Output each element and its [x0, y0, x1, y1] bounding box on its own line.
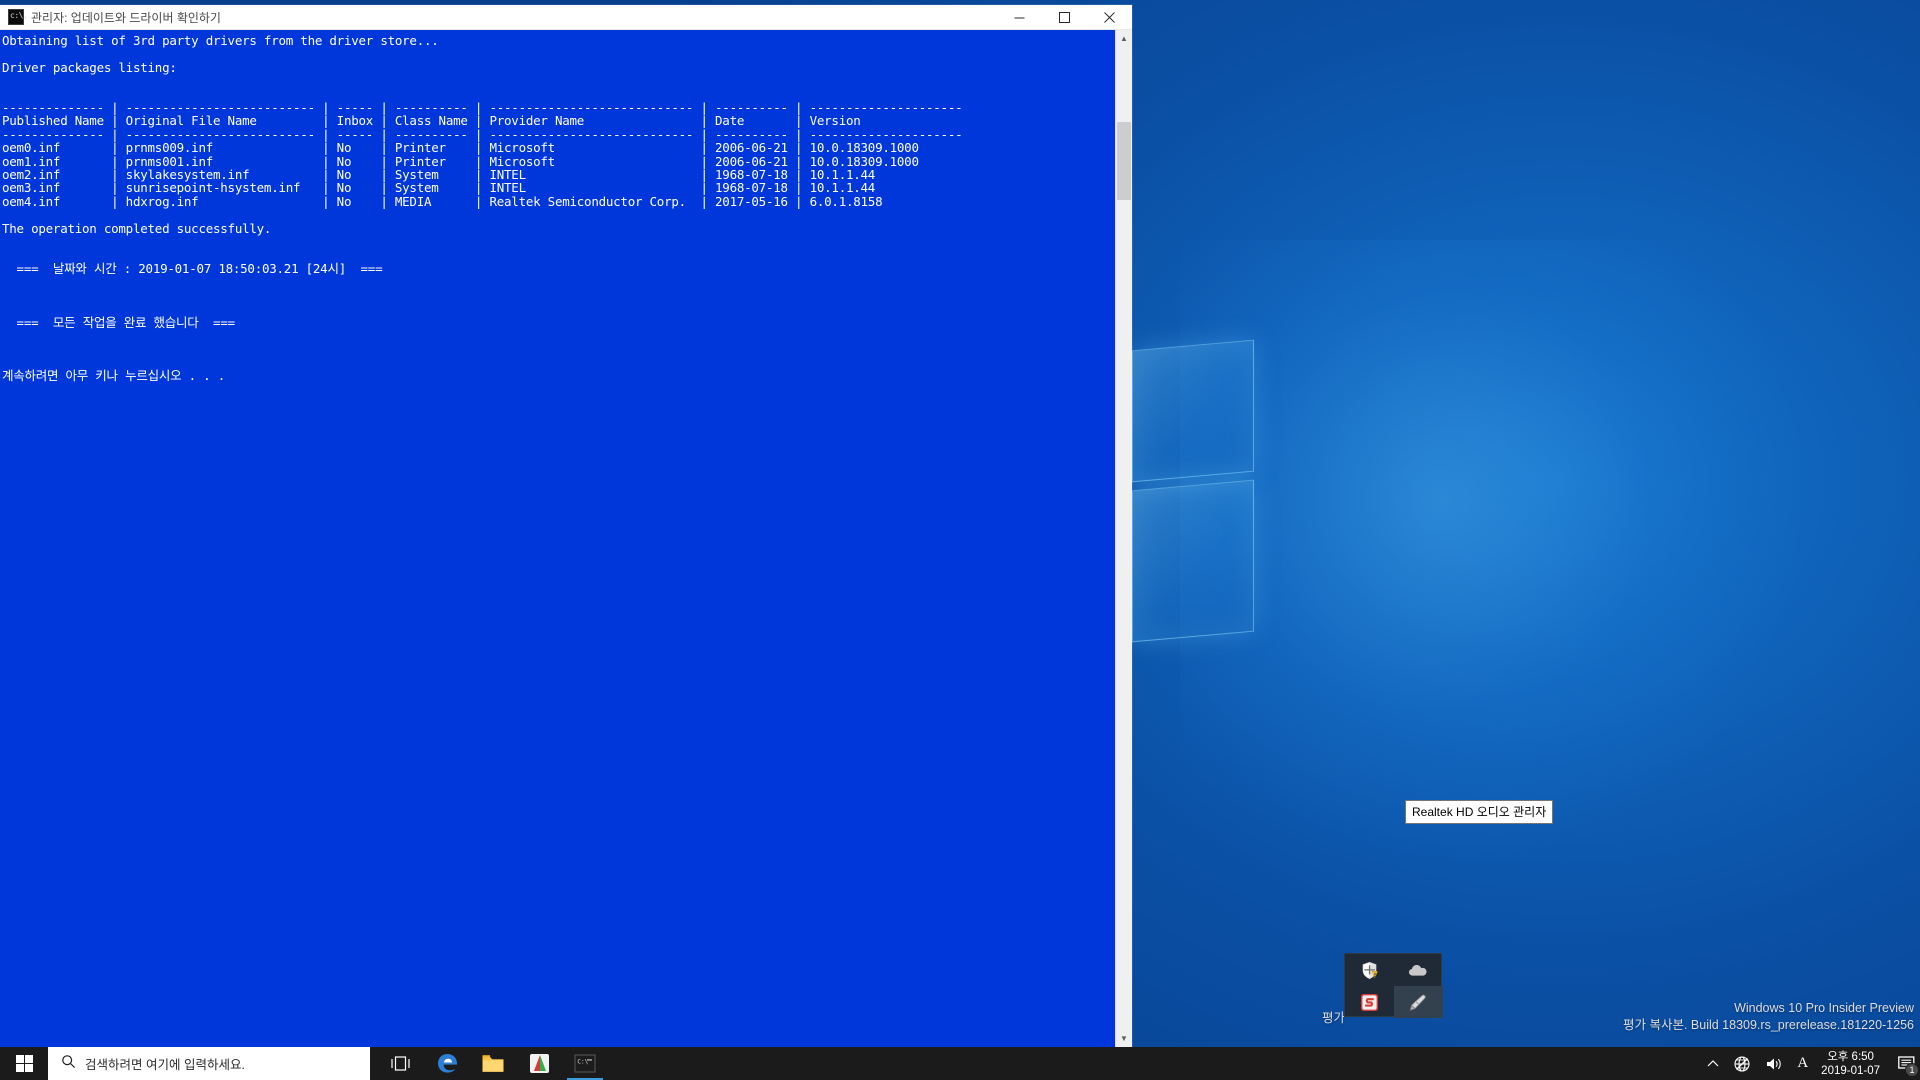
- command-prompt-window[interactable]: 관리자: 업데이트와 드라이버 확인하기 Obtaining list of 3…: [0, 5, 1132, 1047]
- tray-item-sandboxie[interactable]: [1345, 986, 1394, 1018]
- ime-indicator[interactable]: A: [1790, 1047, 1815, 1080]
- console-output[interactable]: Obtaining list of 3rd party drivers from…: [0, 30, 1115, 1047]
- system-tray[interactable]: A 오후 6:50 2019-01-07 1: [1700, 1047, 1920, 1080]
- taskbar-app-edge[interactable]: [424, 1047, 470, 1080]
- start-button[interactable]: [0, 1047, 48, 1080]
- maximize-button[interactable]: [1042, 5, 1087, 30]
- taskbar-app-file-explorer[interactable]: [470, 1047, 516, 1080]
- network-icon[interactable]: [1726, 1047, 1758, 1080]
- window-controls[interactable]: [997, 5, 1132, 30]
- search-icon: [61, 1054, 76, 1074]
- onedrive-cloud-icon: [1409, 964, 1427, 976]
- realtek-audio-icon: [1409, 994, 1426, 1011]
- watermark-eval-label: 평가: [1322, 1011, 1346, 1025]
- clock[interactable]: 오후 6:50 2019-01-07: [1815, 1047, 1892, 1080]
- wallpaper-logo-pane-bottom-left: [1132, 479, 1254, 643]
- close-button[interactable]: [1087, 5, 1132, 30]
- taskbar[interactable]: 검색하려면 여기에 입력하세요. C:\ A 오후 6:50 2019-01-0…: [0, 1047, 1920, 1080]
- task-view-button[interactable]: [376, 1047, 424, 1080]
- scrollbar-track[interactable]: [1116, 47, 1132, 1030]
- tray-item-onedrive[interactable]: [1394, 954, 1443, 986]
- chevron-up-icon: [1707, 1060, 1719, 1067]
- sandboxie-icon: [1361, 993, 1378, 1011]
- console-body[interactable]: Obtaining list of 3rd party drivers from…: [0, 30, 1132, 1047]
- scroll-down-arrow[interactable]: ▼: [1116, 1030, 1132, 1047]
- cmd-icon: [8, 9, 27, 25]
- minimize-button[interactable]: [997, 5, 1042, 30]
- task-view-icon: [390, 1056, 410, 1071]
- taskbar-app-media-player[interactable]: [516, 1047, 562, 1080]
- clock-date: 2019-01-07: [1821, 1064, 1880, 1077]
- tray-tooltip: Realtek HD 오디오 관리자: [1405, 800, 1554, 824]
- windows-evaluation-watermark: Windows 10 Pro Insider Preview 평가 복사본. B…: [1623, 1000, 1914, 1034]
- window-title: 관리자: 업데이트와 드라이버 확인하기: [31, 10, 221, 25]
- svg-text:C:\: C:\: [577, 1059, 588, 1066]
- watermark-line-1: Windows 10 Pro Insider Preview: [1734, 1001, 1914, 1015]
- notification-badge: 1: [1905, 1063, 1919, 1077]
- media-player-icon: [529, 1054, 549, 1073]
- console-scrollbar[interactable]: ▲ ▼: [1115, 30, 1132, 1047]
- security-shield-icon: [1362, 961, 1378, 979]
- watermark-line-2: 평가 복사본. Build 18309.rs_prerelease.181220…: [1622, 1018, 1914, 1032]
- clock-time: 오후 6:50: [1827, 1050, 1874, 1063]
- action-center-button[interactable]: 1: [1892, 1047, 1920, 1080]
- window-titlebar[interactable]: 관리자: 업데이트와 드라이버 확인하기: [0, 5, 1132, 30]
- scroll-up-arrow[interactable]: ▲: [1116, 30, 1132, 47]
- volume-icon[interactable]: [1758, 1047, 1790, 1080]
- show-hidden-icons-button[interactable]: [1700, 1047, 1726, 1080]
- wallpaper-logo-pane-top-left: [1132, 339, 1254, 483]
- search-placeholder-text: 검색하려면 여기에 입력하세요.: [85, 1058, 245, 1072]
- scrollbar-thumb[interactable]: [1117, 122, 1131, 200]
- taskbar-app-command-prompt[interactable]: C:\: [562, 1047, 608, 1080]
- folder-icon: [482, 1055, 504, 1072]
- tray-item-security-shield[interactable]: [1345, 954, 1394, 986]
- wallpaper-glow: [1180, 240, 1800, 860]
- tray-item-realtek-audio[interactable]: [1394, 986, 1443, 1018]
- cmd-taskbar-icon: C:\: [574, 1054, 596, 1073]
- tray-overflow-flyout[interactable]: [1344, 953, 1443, 1018]
- windows-logo-icon: [15, 1055, 33, 1072]
- search-input[interactable]: 검색하려면 여기에 입력하세요.: [48, 1047, 370, 1080]
- edge-icon: [437, 1054, 457, 1073]
